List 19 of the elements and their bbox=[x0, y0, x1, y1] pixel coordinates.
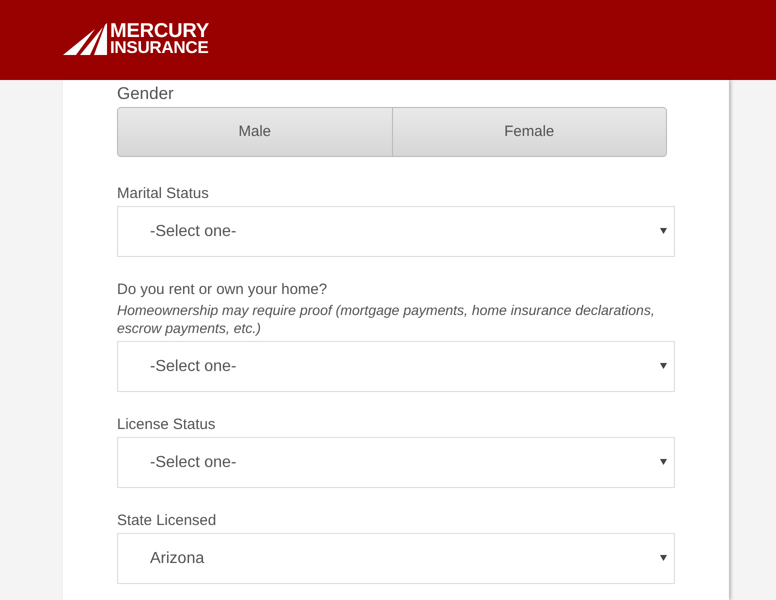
select-field[interactable]: -Select one- bbox=[117, 206, 675, 257]
gender-option[interactable]: Female bbox=[392, 108, 666, 156]
caret-icon bbox=[660, 555, 667, 561]
field-label: State Licensed bbox=[117, 511, 218, 531]
field-hint: Homeownership may require proof (mortgage payments, home insurance declarations, escrow payments, etc.) bbox=[117, 301, 656, 337]
logo-icon bbox=[63, 23, 107, 55]
field-label: Gender bbox=[117, 83, 175, 105]
caret-icon bbox=[660, 459, 667, 465]
select-field[interactable]: -Select one- bbox=[117, 437, 675, 488]
field-label: Marital Status bbox=[117, 184, 210, 204]
caret-icon bbox=[660, 228, 667, 234]
field-label: License Status bbox=[117, 415, 216, 435]
caret-icon bbox=[660, 363, 667, 369]
logo-wordmark-top: MERCURY bbox=[110, 22, 209, 40]
field-label: Do you rent or own your home? bbox=[117, 280, 328, 300]
logo-wordmark-bottom: INSURANCE bbox=[110, 40, 209, 56]
select-field[interactable]: -Select one- bbox=[117, 341, 675, 392]
gender-option[interactable]: Male bbox=[118, 108, 392, 156]
select-field[interactable]: Arizona bbox=[117, 533, 675, 584]
